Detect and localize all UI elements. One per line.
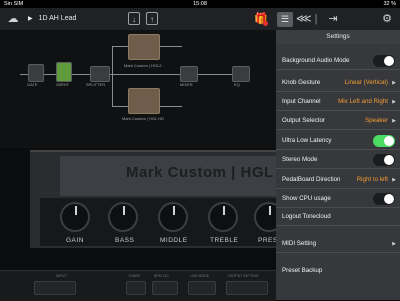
setting-label: Knob Gesture — [282, 79, 321, 86]
download-icon[interactable]: ↓ — [128, 12, 140, 25]
setting-label: Logout Tonecloud — [282, 213, 331, 220]
chain-wire-main — [20, 74, 250, 75]
chevron-right-icon: ▶ — [392, 177, 396, 183]
chain-block-amp-bottom[interactable] — [128, 88, 160, 114]
exit-icon[interactable]: ⇥ — [326, 12, 340, 26]
treble-knob-label: TREBLE — [210, 237, 239, 244]
bpm-button[interactable] — [152, 281, 178, 295]
presence-knob-label: PRES — [258, 237, 278, 244]
chain-block-gate[interactable] — [28, 64, 44, 82]
settings-title: Settings — [276, 30, 400, 44]
list-icon: ☰ — [280, 14, 290, 24]
chain-label-gate: GATE — [27, 82, 38, 87]
chevron-right-icon: ▶ — [392, 99, 396, 105]
preset-selector[interactable]: ▶ 1D AH Lead — [28, 12, 76, 26]
chain-label-2brht: 2BRHT — [56, 82, 70, 87]
chain-block-splitter[interactable] — [90, 66, 110, 82]
middle-knob-label: MIDDLE — [160, 237, 188, 244]
status-bar: Sin SIM 15:08 32 % — [0, 0, 400, 8]
ultra-low-latency-toggle[interactable] — [373, 135, 395, 147]
output-selector-value: Speaker — [364, 117, 388, 124]
share-icon[interactable]: ↑ — [146, 12, 158, 25]
chain-block-amp-top[interactable] — [128, 34, 160, 60]
setting-label: Output Selector — [282, 117, 325, 124]
gift-icon[interactable]: 🎁 — [254, 12, 268, 26]
setting-row-pedalboard-direction[interactable]: PedalBoard Direction Right to left ▶ — [276, 171, 400, 189]
setting-row-midi[interactable]: MIDI Setting ▶ — [276, 235, 400, 253]
chain-label-amp-top: Mark Custom | HGL2 — [124, 63, 162, 68]
setting-label: Ultra Low Latency — [282, 137, 332, 144]
chevron-right-icon: ▶ — [392, 118, 396, 124]
setting-row-knob-gesture[interactable]: Knob Gesture Linear (Vertical) ▶ — [276, 74, 400, 92]
nav-tuner-label: TUNER — [128, 274, 141, 278]
live-mode-button[interactable] — [188, 281, 216, 295]
gain-knob-label: GAIN — [66, 237, 84, 244]
pedalboard-direction-value: Right to left — [356, 176, 388, 183]
preset-name: 1D AH Lead — [38, 15, 77, 22]
routing-icon[interactable]: ⋘ — [296, 12, 312, 26]
chain-block-mixer[interactable] — [180, 66, 198, 82]
nav-input-label: INPUT — [56, 274, 67, 278]
nav-bpm-label: BPM 120 — [154, 274, 169, 278]
background-audio-toggle[interactable] — [373, 55, 395, 67]
treble-knob[interactable] — [208, 202, 238, 232]
input-channel-value: Mix Left and Right — [338, 98, 388, 105]
setting-label: Background Audio Mode — [282, 57, 350, 64]
play-icon: ▶ — [28, 16, 33, 22]
bottom-navigation: INPUT TUNER BPM 120 LIVE MODE OUTPUT SET… — [0, 270, 276, 301]
list-view-button[interactable]: ☰ — [277, 12, 293, 27]
gain-knob[interactable] — [60, 202, 90, 232]
setting-row-output-selector[interactable]: Output Selector Speaker ▶ — [276, 112, 400, 130]
output-setting-button[interactable] — [226, 281, 268, 295]
bass-knob-label: BASS — [115, 237, 135, 244]
chain-label-splitter: SPLITTER — [86, 82, 106, 87]
nav-output-setting-label: OUTPUT SETTING — [228, 274, 259, 278]
knob-gesture-value: Linear (Vertical) — [344, 79, 388, 86]
setting-label: PedalBoard Direction — [282, 176, 341, 183]
chain-label-amp-bottom: Mark Custom | HGL HD — [122, 116, 165, 121]
chain-block-eq[interactable] — [232, 66, 250, 82]
setting-row-preset-backup[interactable]: Preset Backup — [276, 262, 400, 280]
setting-row-ultra-low-latency[interactable]: Ultra Low Latency — [276, 132, 400, 150]
top-toolbar: ☁ ▶ 1D AH Lead ↓ ↑ 🎁 ☰ ⋘ | ⇥ ⚙ — [0, 8, 400, 31]
stereo-mode-toggle[interactable] — [373, 154, 395, 166]
setting-label: Show CPU usage — [282, 195, 331, 202]
setting-label: Stereo Mode — [282, 156, 318, 163]
nav-livemode-label: LIVE MODE — [190, 274, 210, 278]
chain-label-eq: EQ — [234, 82, 240, 87]
setting-row-stereo-mode[interactable]: Stereo Mode — [276, 151, 400, 169]
setting-row-show-cpu[interactable]: Show CPU usage — [276, 190, 400, 208]
toolbar-divider: | — [314, 13, 318, 25]
signal-chain: GATE 2BRHT SPLITTER Mark Custom | HGL2 M… — [0, 30, 276, 148]
input-device-button[interactable] — [34, 281, 76, 295]
clock: 15:08 — [193, 1, 207, 7]
middle-knob[interactable] — [158, 202, 188, 232]
gear-icon[interactable]: ⚙ — [380, 12, 394, 26]
setting-row-background-audio[interactable]: Background Audio Mode — [276, 52, 400, 70]
bass-knob[interactable] — [108, 202, 138, 232]
show-cpu-toggle[interactable] — [373, 193, 395, 205]
setting-row-input-channel[interactable]: Input Channel Mix Left and Right ▶ — [276, 93, 400, 111]
amp-name: Mark Custom | HGL — [126, 164, 274, 181]
battery-label: 32 % — [383, 1, 396, 7]
cloud-icon[interactable]: ☁ — [6, 12, 20, 26]
logout-tonecloud-button[interactable]: Logout Tonecloud — [276, 208, 400, 226]
setting-label: Preset Backup — [282, 267, 323, 274]
toolbar-divider-2 — [344, 12, 358, 26]
setting-label: Input Channel — [282, 98, 321, 105]
chevron-right-icon: ▶ — [392, 80, 396, 86]
setting-label: MIDI Setting — [282, 240, 317, 247]
settings-panel: Settings Background Audio Mode Knob Gest… — [276, 30, 400, 300]
tuner-button[interactable] — [126, 281, 146, 295]
chain-block-2brht[interactable] — [56, 62, 72, 82]
chain-wire-split — [112, 46, 113, 106]
chain-label-mixer: MIXER — [180, 82, 193, 87]
chevron-right-icon: ▶ — [392, 241, 396, 247]
notification-badge — [263, 21, 268, 26]
